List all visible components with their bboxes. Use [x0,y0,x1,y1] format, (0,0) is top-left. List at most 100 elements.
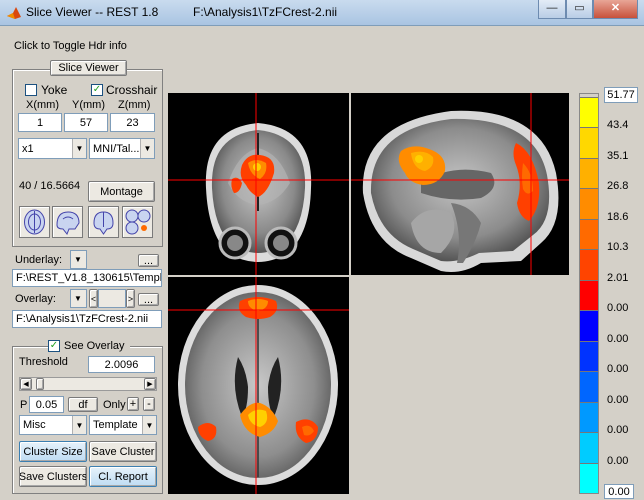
df-button[interactable]: df [68,397,98,412]
overlay-prev-button[interactable]: < [89,289,98,308]
cluster-report-button[interactable]: Cl. Report [89,466,157,487]
slice-viewer-title-button[interactable]: Slice Viewer [50,60,127,76]
colorbar-swatch [580,462,598,493]
maximize-button[interactable]: ▭ [566,0,593,19]
chevron-left-icon: < [90,293,97,304]
overlay-browse-button[interactable]: ... [138,293,159,306]
check-mark-icon: ✓ [49,340,59,351]
template-value: Template [93,419,138,431]
colorbar-tick-label: 26.8 [607,180,629,193]
axial-brain-icon [24,209,45,235]
colorbar-tick-label: 0.00 [607,363,629,376]
y-mm-field[interactable]: 57 [64,113,108,132]
yoke-checkbox[interactable] [25,84,37,96]
window-title: Slice Viewer -- REST 1.8 [26,5,159,19]
colorbar-swatch [580,157,598,189]
see-overlay-toggle[interactable]: ✓ See Overlay [48,338,130,354]
magnification-dropdown[interactable]: x1 ▼ [18,138,87,159]
slider-right-arrow-icon[interactable]: ▶ [144,378,156,390]
overlay-next-button[interactable]: > [126,289,135,308]
p-label: P [20,399,28,411]
colorbar-min-field[interactable]: 0.00 [604,484,634,499]
sagittal-brain-icon [56,211,80,235]
title-bar: Slice Viewer -- REST 1.8 F:\Analysis1\Tz… [0,0,644,26]
misc-dropdown[interactable]: Misc ▼ [19,415,87,435]
colorbar-swatch [580,249,598,280]
crosshair-checkbox[interactable]: ✓ [91,84,103,96]
hdr-info-toggle[interactable]: Click to Toggle Hdr info [14,40,127,52]
chevron-down-icon: ▼ [71,290,86,307]
close-icon: ✕ [610,2,621,14]
colorbar-swatch [580,218,598,250]
z-mm-field[interactable]: 23 [110,113,155,132]
template-space-dropdown[interactable]: MNI/Tal... ▼ [89,138,155,159]
coronal-brain-icon [93,211,114,235]
yoke-label: Yoke [41,83,68,97]
template-dropdown[interactable]: Template ▼ [89,415,157,435]
y-mm-label: Y(mm) [72,99,105,111]
colorbar-swatch [580,401,598,433]
cluster-size-button[interactable]: Cluster Size [19,441,87,462]
axial-view-button[interactable] [19,206,50,238]
save-cluster-button[interactable]: Save Cluster [89,441,157,462]
colorbar-tick-label: 0.00 [607,424,629,437]
colorbar-swatch [580,340,598,372]
sagittal-view[interactable] [351,93,569,275]
underlay-path-field[interactable]: F:\REST_V1.8_130615\Templa [12,269,162,287]
see-overlay-checkbox[interactable]: ✓ [48,340,60,352]
see-overlay-label: See Overlay [64,340,125,352]
colorbar-swatch [580,188,598,219]
slider-left-arrow-icon[interactable]: ◀ [20,378,32,390]
only-plus-button[interactable]: + [127,397,139,411]
colorbar-swatch [580,432,598,463]
underlay-dropdown[interactable]: ▼ [70,250,87,269]
colorbar-swatch [580,310,598,341]
underlay-label: Underlay: [15,254,63,266]
colorbar-tick-label: 0.00 [607,302,629,315]
overlay-label: Overlay: [15,293,56,305]
chevron-down-icon: ▼ [72,139,86,158]
colorbar-tick-label: 2.01 [607,271,629,284]
coronal-view-button[interactable] [88,206,119,238]
sagittal-view-button[interactable] [52,206,83,238]
montage-button[interactable]: Montage [88,181,155,202]
chevron-down-icon: ▼ [71,251,86,268]
save-clusters-button[interactable]: Save Clusters [19,466,87,487]
axial-view[interactable] [168,277,349,494]
p-value-field[interactable]: 0.05 [29,396,64,413]
overlay-path-field[interactable]: F:\Analysis1\TzFCrest-2.nii [12,310,162,328]
misc-value: Misc [23,419,46,431]
threshold-field[interactable]: 2.0096 [88,356,155,373]
z-mm-label: Z(mm) [118,99,151,111]
underlay-browse-button[interactable]: ... [138,254,159,267]
only-label: Only [103,399,126,411]
colorbar-swatch [580,127,598,158]
maximize-icon: ▭ [574,2,585,14]
colorbar-tick-label: 18.6 [607,210,629,223]
overlay-index-slider[interactable] [98,289,126,308]
chevron-right-icon: > [127,293,134,304]
coronal-view[interactable] [168,93,349,275]
colorbar-swatch [580,97,598,128]
chevron-down-icon: ▼ [140,139,154,158]
threshold-slider[interactable]: ◀ ▶ [19,377,157,391]
colorbar [579,93,599,494]
sagittal-slice-image [351,93,569,275]
window-file-path: F:\Analysis1\TzFCrest-2.nii [193,5,338,19]
slider-thumb[interactable] [36,378,45,390]
colorbar-tick-label: 43.4 [607,119,629,132]
only-minus-button[interactable]: - [143,397,155,411]
magnification-value: x1 [22,142,34,155]
colorbar-tick-label: 0.00 [607,393,629,406]
colorbar-swatch [580,371,598,402]
colorbar-tick-label: 35.1 [607,149,629,162]
x-mm-field[interactable]: 1 [18,113,62,132]
overlay-dropdown[interactable]: ▼ [70,289,87,308]
colorbar-swatch [580,279,598,311]
close-button[interactable]: ✕ [593,0,638,19]
multi-view-button[interactable] [122,206,153,238]
minimize-button[interactable]: — [538,0,566,19]
matlab-logo-icon [7,7,21,19]
crosshair-label: Crosshair [106,83,158,97]
colorbar-max-field[interactable]: 51.77 [604,87,638,103]
